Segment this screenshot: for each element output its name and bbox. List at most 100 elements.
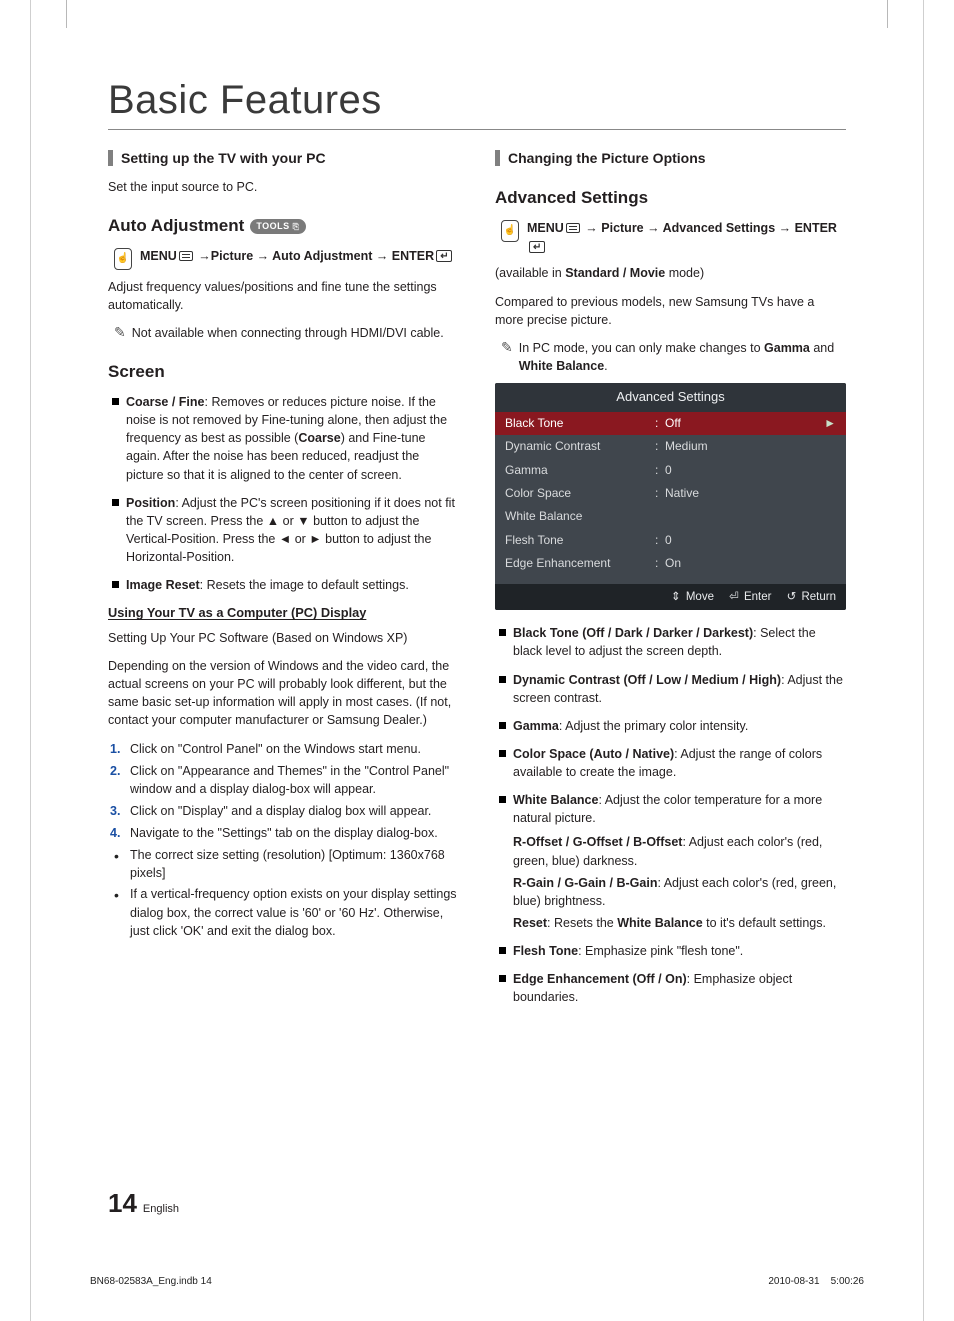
osd-title: Advanced Settings [495, 383, 846, 412]
osd-buttonbar: ⇕Move ⏎Enter ↺Return [495, 584, 846, 611]
list-item: Flesh Tone: Emphasize pink "flesh tone". [495, 942, 846, 960]
note-hand-icon: ✎ [114, 325, 126, 342]
osd-row[interactable]: Gamma:0 [495, 459, 846, 482]
note-text: Not available when connecting through HD… [132, 324, 444, 342]
menu-glyph-icon [566, 223, 580, 233]
menu-glyph-icon [179, 251, 193, 261]
sub-heading: Using Your TV as a Computer (PC) Display [108, 604, 459, 623]
list-item: White Balance: Adjust the color temperat… [495, 791, 846, 932]
osd-row[interactable]: Flesh Tone:0 [495, 529, 846, 552]
paragraph: Adjust frequency values/positions and fi… [108, 278, 459, 314]
item-label: Position [126, 496, 175, 510]
page-content: Basic Features Setting up the TV with yo… [108, 78, 846, 1243]
osd-row[interactable]: Edge Enhancement:On [495, 552, 846, 575]
sub-body: : Resets the [547, 916, 617, 930]
page-number: 14 [108, 1188, 137, 1219]
section-bar-icon [495, 150, 500, 166]
osd-row-label: Black Tone [505, 415, 655, 432]
section-title: Changing the Picture Options [508, 148, 706, 168]
page-title: Basic Features [108, 78, 846, 130]
osd-colon: : [655, 415, 665, 432]
page-footer: 14 English [108, 1188, 179, 1219]
enter-glyph-icon [529, 241, 545, 253]
tools-badge-label: TOOLS [256, 220, 289, 233]
osd-row-label: White Balance [505, 508, 655, 525]
list-item: Navigate to the "Settings" tab on the di… [108, 824, 459, 842]
section-header: Setting up the TV with your PC [108, 148, 459, 168]
osd-row-value: 0 [665, 462, 836, 479]
note-bold: White Balance [519, 359, 604, 373]
subsection-heading: Advanced Settings [495, 186, 846, 211]
list-item: Click on "Control Panel" on the Windows … [108, 740, 459, 758]
list-item: Edge Enhancement (Off / On): Emphasize o… [495, 970, 846, 1006]
avail-prefix: (available in [495, 266, 565, 280]
sub-item: Reset: Resets the White Balance to it's … [513, 914, 846, 932]
list-item: If a vertical-frequency option exists on… [108, 885, 459, 939]
printmark-left: BN68-02583A_Eng.indb 14 [90, 1276, 212, 1287]
note-bold: Gamma [764, 341, 810, 355]
item-label: Gamma [513, 719, 559, 733]
osd-row-value: On [665, 555, 836, 572]
pc-bullets: The correct size setting (resolution) [O… [108, 846, 459, 940]
enter-glyph-icon [436, 250, 452, 262]
heading-text: Advanced Settings [495, 186, 648, 211]
osd-row-selected[interactable]: Black Tone : Off ► [495, 412, 846, 435]
osd-row-label: Dynamic Contrast [505, 438, 655, 455]
move-updown-icon: ⇕ [670, 591, 682, 603]
osd-row-value: Off [665, 415, 824, 432]
crop-mark [66, 0, 67, 28]
menu-path: ☝ MENU → Picture → Advanced Settings → E… [501, 219, 846, 257]
note-pre: In PC mode, you can only make changes to [519, 341, 764, 355]
list-item: The correct size setting (resolution) [O… [108, 846, 459, 882]
osd-row[interactable]: Dynamic Contrast:Medium [495, 435, 846, 458]
osd-row-label: Flesh Tone [505, 532, 655, 549]
subsection-heading: Auto Adjustment TOOLS ⎘ [108, 214, 459, 239]
item-label: Edge Enhancement (Off / On) [513, 972, 687, 986]
printmark-right: 2010-08-31 5:00:26 [768, 1276, 864, 1287]
sub-item: R-Offset / G-Offset / B-Offset: Adjust e… [513, 833, 846, 869]
sub-label: Reset [513, 916, 547, 930]
osd-panel: Advanced Settings Black Tone : Off ► Dyn… [495, 383, 846, 610]
pc-steps: Click on "Control Panel" on the Windows … [108, 740, 459, 843]
item-body: : Emphasize pink "flesh tone". [578, 944, 743, 958]
menu-path: ☝ MENU →Picture → Auto Adjustment → ENTE… [114, 247, 459, 270]
avail-modes: Standard / Movie [565, 266, 665, 280]
menu-path-text: MENU → Picture → Advanced Settings → ENT… [527, 219, 846, 257]
list-item: Dynamic Contrast (Off / Low / Medium / H… [495, 671, 846, 707]
paragraph: Setting Up Your PC Software (Based on Wi… [108, 629, 459, 647]
osd-row-label: Color Space [505, 485, 655, 502]
sub-label: R-Gain / G-Gain / B-Gain [513, 876, 657, 890]
osd-row-value: 0 [665, 532, 836, 549]
screen-items: Coarse / Fine: Removes or reduces pictur… [108, 393, 459, 594]
osd-row-label: Gamma [505, 462, 655, 479]
note-post: . [604, 359, 607, 373]
item-body: : Resets the image to default settings. [200, 578, 409, 592]
osd-row[interactable]: Color Space:Native [495, 482, 846, 505]
note-hand-icon: ✎ [501, 340, 513, 375]
paragraph: Depending on the version of Windows and … [108, 657, 459, 730]
tools-badge: TOOLS ⎘ [250, 219, 305, 234]
list-item: Coarse / Fine: Removes or reduces pictur… [108, 393, 459, 484]
osd-row[interactable]: White Balance [495, 505, 846, 528]
osd-hint-enter: ⏎Enter [728, 589, 772, 606]
item-label: Dynamic Contrast (Off / Low / Medium / H… [513, 673, 781, 687]
section-title: Setting up the TV with your PC [121, 148, 326, 168]
osd-row-label: Edge Enhancement [505, 555, 655, 572]
sub-body-post: to it's default settings. [703, 916, 826, 930]
item-label: Color Space (Auto / Native) [513, 747, 674, 761]
sub-label-mid: White Balance [617, 916, 702, 930]
remote-icon: ☝ [501, 220, 519, 242]
chevron-right-icon: ► [824, 415, 836, 432]
note-mid: and [810, 341, 834, 355]
advanced-items: Black Tone (Off / Dark / Darker / Darkes… [495, 624, 846, 1006]
list-item: Position: Adjust the PC's screen positio… [108, 494, 459, 567]
item-label: Black Tone (Off / Dark / Darker / Darkes… [513, 626, 753, 640]
list-item: Black Tone (Off / Dark / Darker / Darkes… [495, 624, 846, 660]
item-body: : Adjust the primary color intensity. [559, 719, 748, 733]
enter-icon: ⏎ [728, 591, 740, 603]
paragraph: (available in Standard / Movie mode) [495, 264, 846, 282]
paragraph: Set the input source to PC. [108, 178, 459, 196]
paragraph: Compared to previous models, new Samsung… [495, 293, 846, 329]
osd-row-value: Native [665, 485, 836, 502]
sub-label: R-Offset / G-Offset / B-Offset [513, 835, 682, 849]
